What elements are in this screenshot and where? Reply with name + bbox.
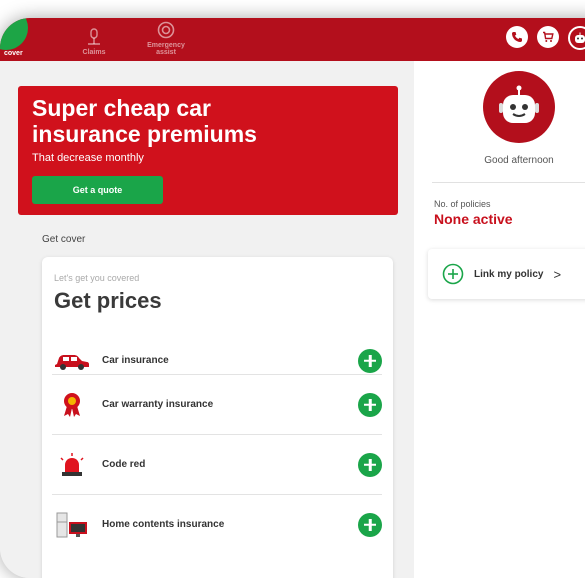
warranty-badge-icon: [52, 392, 92, 418]
list-item-label: Car insurance: [102, 355, 169, 366]
main-panel: Super cheap car insurance premiums That …: [0, 61, 414, 578]
promo-banner: Super cheap car insurance premiums That …: [18, 86, 398, 215]
add-circle-icon: [442, 263, 464, 285]
app-window: cover Claims Emergency assist Super chea…: [0, 18, 585, 578]
add-icon[interactable]: [358, 392, 382, 417]
top-nav-bar: cover Claims Emergency assist: [0, 18, 585, 61]
list-item-car-warranty[interactable]: Car warranty insurance: [52, 375, 382, 434]
nav-emergency-label-1: Emergency: [147, 42, 185, 49]
profile-panel: Good afternoon No. of policies None acti…: [414, 61, 585, 578]
phone-button[interactable]: [506, 26, 528, 48]
chevron-right-icon: >: [553, 266, 562, 282]
nav-emergency-assist[interactable]: Emergency assist: [140, 18, 192, 61]
nav-emergency-label-2: assist: [156, 49, 176, 56]
promo-title-line-1: Super cheap car: [32, 95, 211, 121]
profile-avatar-button[interactable]: [568, 26, 585, 50]
promo-title: Super cheap car insurance premiums: [32, 95, 352, 147]
add-icon[interactable]: [358, 348, 382, 373]
section-label: Get cover: [42, 234, 86, 245]
nav-cover[interactable]: cover: [0, 18, 40, 61]
card-kicker: Let's get you covered: [54, 273, 140, 283]
link-my-policy-button[interactable]: Link my policy >: [428, 249, 585, 299]
add-icon[interactable]: [358, 452, 382, 477]
claims-icon: [88, 28, 100, 45]
promo-title-line-2: insurance premiums: [32, 121, 257, 147]
divider: [432, 182, 585, 183]
robot-avatar: [483, 71, 555, 143]
nav-claims[interactable]: Claims: [74, 18, 114, 61]
list-item-label: Car warranty insurance: [102, 399, 214, 410]
promo-subtitle: That decrease monthly: [32, 152, 144, 164]
policies-label: No. of policies: [434, 199, 491, 209]
cart-icon: [543, 31, 554, 42]
top-actions: [506, 26, 585, 50]
car-icon: [52, 351, 92, 371]
card-title: Get prices: [54, 288, 162, 313]
nav-claims-label: Claims: [82, 49, 106, 56]
home-contents-icon: [52, 511, 92, 539]
policies-value: None active: [434, 211, 513, 227]
get-prices-card: Let's get you covered Get prices Car ins…: [42, 257, 393, 578]
link-my-policy-label: Link my policy: [474, 268, 544, 280]
list-item-label: Home contents insurance: [102, 519, 225, 530]
greeting: Good afternoon: [484, 155, 554, 166]
cart-button[interactable]: [537, 26, 559, 48]
list-item-code-red[interactable]: Code red: [52, 435, 382, 494]
nav-cover-label: cover: [4, 50, 23, 57]
lifebuoy-icon: [157, 21, 175, 39]
get-a-quote-button[interactable]: Get a quote: [32, 176, 163, 204]
list-item-home-contents[interactable]: Home contents insurance: [52, 495, 382, 554]
siren-icon: [52, 452, 92, 477]
active-indicator: [0, 18, 28, 50]
robot-avatar-icon: [575, 32, 585, 43]
phone-icon: [512, 32, 522, 42]
list-item-label: Code red: [102, 459, 146, 470]
robot-avatar-icon: [499, 85, 539, 123]
add-icon[interactable]: [358, 512, 382, 537]
